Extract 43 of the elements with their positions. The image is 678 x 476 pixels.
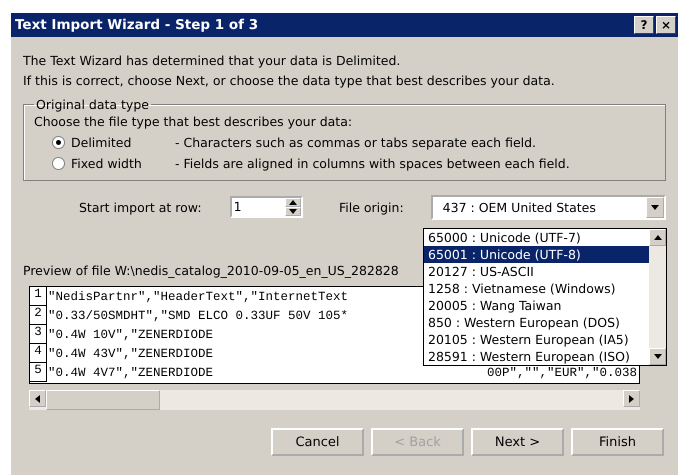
group-prompt: Choose the file type that best describes your data: (34, 113, 354, 131)
radio-button[interactable] (52, 157, 65, 170)
dialog-button[interactable]: Next > (471, 428, 564, 456)
radio-label[interactable]: Delimited (71, 135, 175, 150)
line-number: 1 (30, 287, 47, 306)
radio-label[interactable]: Fixed width (71, 156, 175, 171)
intro-text: The Text Wizard has determined that your data is Delimited. (23, 52, 402, 70)
line-number: 4 (30, 344, 47, 363)
help-button[interactable]: ? (634, 16, 654, 34)
scroll-thumb[interactable] (46, 390, 160, 410)
horizontal-scrollbar[interactable] (29, 390, 640, 410)
close-button[interactable]: × (656, 16, 676, 34)
dialog-button[interactable]: Cancel (271, 428, 364, 456)
preview-line: "0.33/50SMDHT","SMD ELCO 0.33UF 50V 105* (47, 308, 348, 322)
radio-button[interactable] (52, 136, 65, 149)
line-number: 2 (30, 306, 47, 325)
dropdown-option[interactable]: 65001 : Unicode (UTF-8) (424, 246, 649, 263)
down-arrow-icon[interactable] (654, 353, 662, 360)
up-arrow-icon[interactable] (654, 234, 662, 241)
option-description: - Characters such as commas or tabs separate each field. (175, 135, 536, 150)
start-row-label: Start import at row: (79, 200, 202, 214)
right-arrow-icon[interactable] (628, 394, 635, 402)
file-origin-dropdown[interactable]: 437 : OEM United States (430, 194, 666, 220)
preview-label: Preview of file W:\nedis_catalog_2010-09-05_en_US_282828 (23, 263, 399, 278)
file-origin-label: File origin: (338, 200, 404, 214)
preview-line: "0.4W 10V","ZENERDIODE (47, 328, 214, 342)
preview-line: "0.4W 4V7","ZENERDIODE (47, 366, 214, 380)
line-number: 3 (30, 325, 47, 344)
preview-line: "NedisPartnr","HeaderText","InternetText (47, 290, 348, 304)
option-description: - Fields are aligned in columns with spaces between each field. (175, 156, 570, 171)
up-arrow-icon[interactable] (288, 199, 297, 206)
preview-line: "0.4W 43V","ZENERDIODE (47, 346, 214, 360)
left-arrow-icon[interactable] (34, 394, 41, 402)
down-arrow-icon[interactable] (288, 208, 297, 215)
window-title: Text Import Wizard - Step 1 of 3 (15, 17, 258, 33)
dropdown-arrow-icon[interactable] (651, 204, 659, 210)
preview-line: 00P","","EUR","0.038 (486, 366, 638, 380)
scrollbar[interactable] (649, 229, 666, 365)
group-title: Original data type (35, 97, 150, 112)
line-number: 5 (30, 363, 47, 382)
start-row-spinner[interactable]: 1 (230, 196, 303, 218)
intro-text: If this is correct, choose Next, or choose the data type that best describes your data. (23, 72, 556, 90)
dialog-button[interactable]: Finish (571, 428, 664, 456)
